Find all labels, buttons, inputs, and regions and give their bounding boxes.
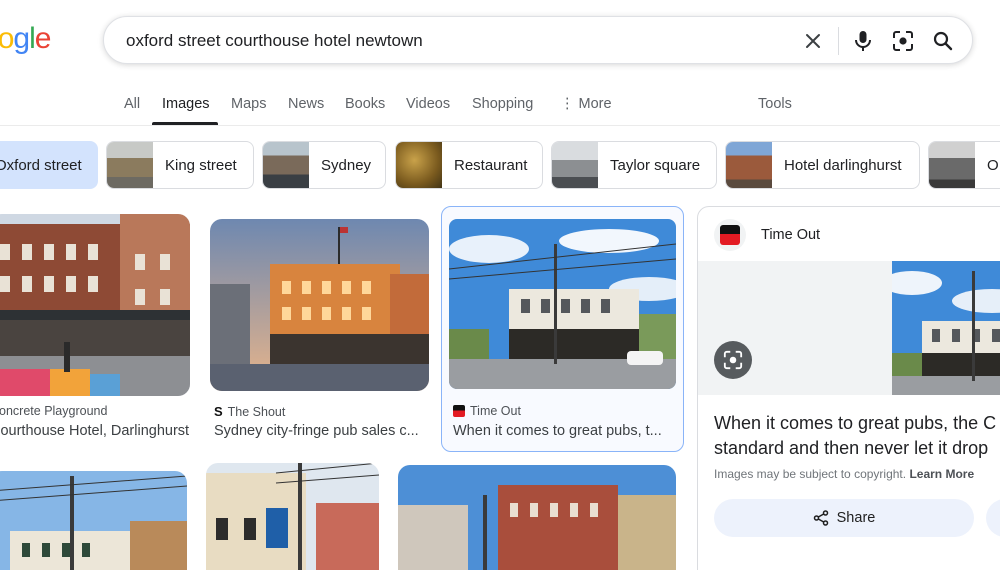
chip-label: Restaurant <box>454 156 528 174</box>
result-source-name: The Shout <box>227 404 286 419</box>
result-image[interactable] <box>449 219 676 389</box>
tab-news[interactable]: News <box>288 96 324 112</box>
chip-thumbnail <box>726 142 772 188</box>
chip-king-street[interactable]: King street <box>106 141 254 189</box>
chip-hotel-darlinghurst[interactable]: Hotel darlinghurst <box>725 141 920 189</box>
chip-sydney[interactable]: Sydney <box>262 141 386 189</box>
chip-thumbnail <box>929 142 975 188</box>
clear-icon[interactable] <box>801 29 825 53</box>
panel-preview-image[interactable] <box>892 261 1000 395</box>
result-image[interactable] <box>398 465 676 570</box>
search-divider <box>838 27 839 55</box>
logo-letter: g <box>13 22 30 55</box>
result-source[interactable]: S The Shout <box>214 404 285 419</box>
time-out-favicon <box>720 225 740 245</box>
lens-camera-icon[interactable] <box>891 29 915 53</box>
share-icon <box>813 510 828 526</box>
panel-source-name[interactable]: Time Out <box>761 227 820 243</box>
save-button[interactable] <box>986 499 1000 537</box>
microphone-icon[interactable] <box>851 29 875 53</box>
copyright-text: Images may be subject to copyright. <box>714 467 907 481</box>
result-title[interactable]: Courthouse Hotel, Darlinghurst ... <box>0 423 190 439</box>
chip-taylor-square[interactable]: Taylor square <box>551 141 717 189</box>
lens-camera-icon <box>723 350 743 370</box>
logo-letter: e <box>34 22 52 55</box>
chip-restaurant[interactable]: Restaurant <box>395 141 543 189</box>
preview-panel: Time Out When it comes to great pubs, th… <box>697 206 1000 570</box>
tab-maps[interactable]: Maps <box>231 96 266 112</box>
tab-images[interactable]: Images <box>162 96 210 112</box>
copyright-notice: Images may be subject to copyright. Lear… <box>714 467 974 481</box>
chip-oxford-street[interactable]: Oxford street <box>0 141 98 189</box>
result-image[interactable] <box>0 471 187 570</box>
time-out-favicon <box>453 405 465 417</box>
chip-more[interactable]: O <box>928 141 1000 189</box>
chip-label: Sydney <box>321 156 372 174</box>
chip-thumbnail <box>552 142 598 188</box>
chip-thumbnail <box>107 142 153 188</box>
result-image[interactable] <box>206 463 379 570</box>
result-image[interactable] <box>210 219 429 391</box>
lens-search-button[interactable] <box>714 341 752 379</box>
result-source[interactable]: Time Out <box>453 404 521 418</box>
result-source-name: Concrete Playground <box>0 404 108 418</box>
result-source-name: Time Out <box>470 404 521 418</box>
panel-title-line: standard and then never let it drop <box>714 438 989 458</box>
tab-videos[interactable]: Videos <box>406 96 450 112</box>
tab-shopping[interactable]: Shopping <box>472 96 533 112</box>
time-out-logo[interactable] <box>714 219 746 251</box>
share-button[interactable]: Share <box>714 499 974 537</box>
search-icon[interactable] <box>931 29 955 53</box>
result-title[interactable]: Sydney city-fringe pub sales c... <box>214 423 424 439</box>
chip-thumbnail <box>396 142 442 188</box>
search-input[interactable]: oxford street courthouse hotel newtown <box>126 31 423 51</box>
result-image[interactable] <box>0 214 190 396</box>
panel-title[interactable]: When it comes to great pubs, the C stand… <box>714 411 1000 461</box>
chip-label: Taylor square <box>610 156 701 174</box>
tab-books[interactable]: Books <box>345 96 385 112</box>
chip-label: King street <box>165 156 237 174</box>
tabs-divider <box>0 125 1000 126</box>
chip-label: Hotel darlinghurst <box>784 156 902 174</box>
tools-button[interactable]: Tools <box>758 96 792 112</box>
chip-thumbnail <box>263 142 309 188</box>
result-title[interactable]: When it comes to great pubs, t... <box>453 423 673 439</box>
google-logo[interactable]: oogle <box>0 22 52 56</box>
result-source[interactable]: Concrete Playground <box>0 404 107 418</box>
tab-all[interactable]: All <box>124 96 140 112</box>
logo-letter: o <box>0 22 14 55</box>
chip-label: O <box>987 156 999 174</box>
the-shout-favicon: S <box>214 404 223 419</box>
tab-more[interactable]: ⋮ More <box>560 96 612 112</box>
chip-label: Oxford street <box>0 156 82 174</box>
share-label: Share <box>836 510 876 526</box>
panel-title-line: When it comes to great pubs, the C <box>714 413 997 433</box>
search-box[interactable]: oxford street courthouse hotel newtown <box>103 16 973 64</box>
learn-more-link[interactable]: Learn More <box>909 467 974 481</box>
